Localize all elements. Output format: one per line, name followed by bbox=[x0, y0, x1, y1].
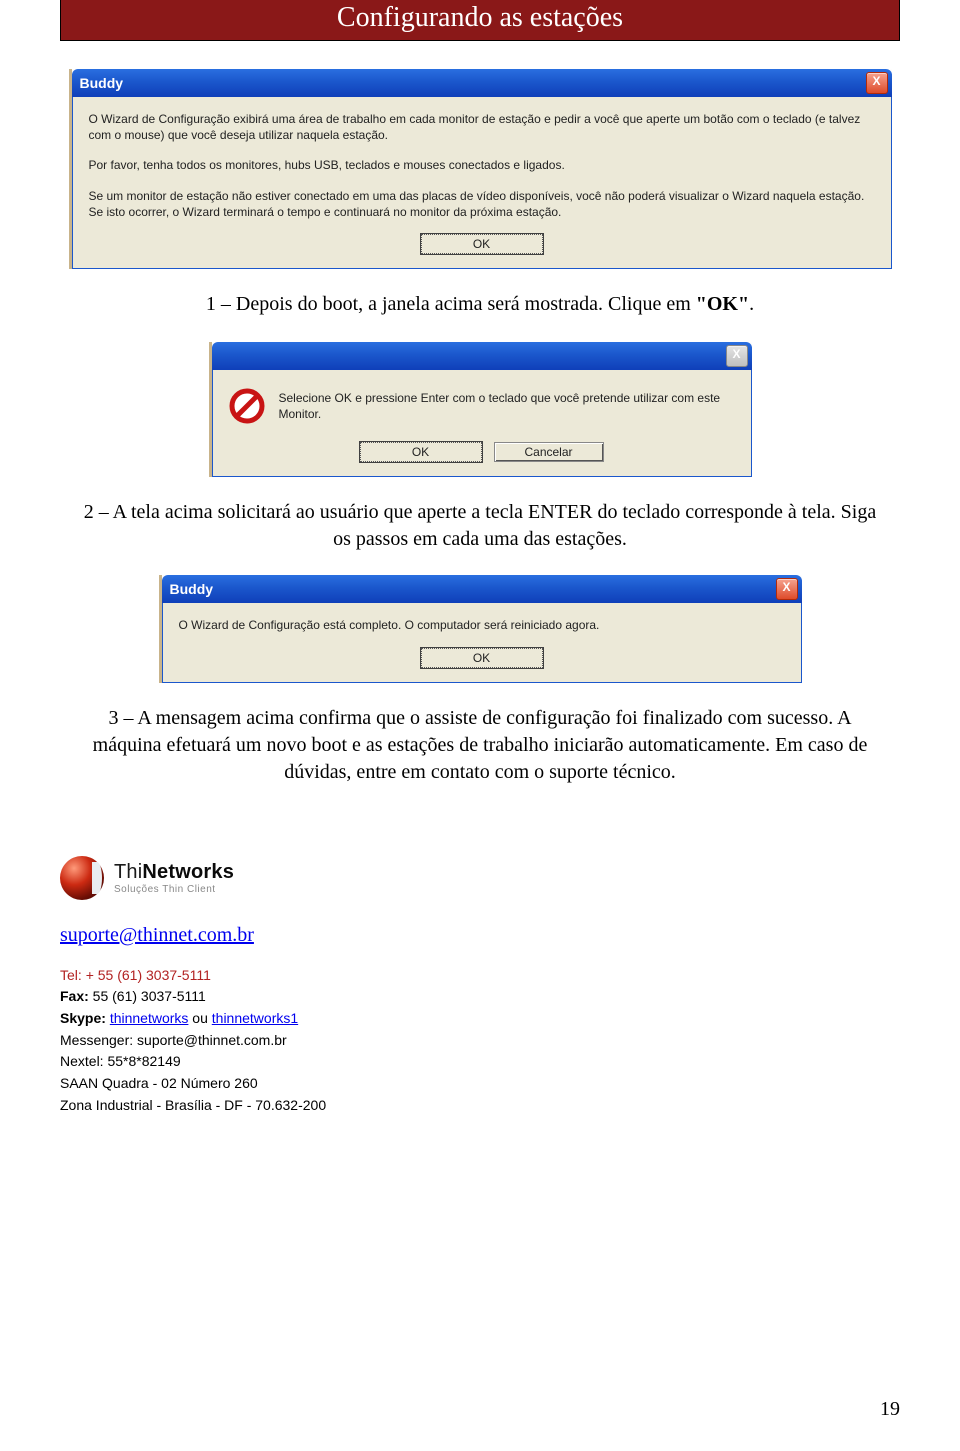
ok-button[interactable]: OK bbox=[421, 648, 543, 668]
logo-tagline: Soluções Thin Client bbox=[114, 884, 234, 895]
nextel-line: Nextel: 55*8*82149 bbox=[60, 1051, 900, 1073]
step1-prefix: 1 – Depois do boot, a janela acima será … bbox=[206, 293, 696, 315]
dialog1-titlebar: Buddy X bbox=[72, 69, 892, 97]
logo-text: ThiNetworks Soluções Thin Client bbox=[114, 861, 234, 895]
skype-label: Skype: bbox=[60, 1010, 106, 1026]
dialog2-titlebar: X bbox=[212, 342, 752, 370]
address-line-1: SAAN Quadra - 02 Número 260 bbox=[60, 1073, 900, 1095]
step2-text: 2 – A tela acima solicitará ao usuário q… bbox=[80, 499, 880, 553]
nextel-label: Nextel: bbox=[60, 1053, 107, 1069]
skype-link-1[interactable]: thinnetworks bbox=[110, 1010, 189, 1026]
logo-thin: Thi bbox=[114, 861, 142, 883]
dialog1-text-3: Se um monitor de estação não estiver con… bbox=[89, 188, 875, 220]
dialog3-title: Buddy bbox=[170, 581, 214, 597]
tel-value: + 55 (61) 3037-5111 bbox=[86, 967, 211, 983]
dialog3-titlebar: Buddy X bbox=[162, 575, 802, 603]
page-title: Configurando as estações bbox=[337, 2, 623, 33]
dialog1-title: Buddy bbox=[80, 75, 124, 91]
close-icon[interactable]: X bbox=[866, 72, 888, 94]
messenger-line: Messenger: suporte@thinnet.com.br bbox=[60, 1030, 900, 1052]
msn-label: Messenger: bbox=[60, 1032, 137, 1048]
fax-value: 55 (61) 3037-5111 bbox=[89, 988, 206, 1004]
company-logo: ThiNetworks Soluções Thin Client bbox=[60, 856, 900, 900]
step3-text: 3 – A mensagem acima confirma que o assi… bbox=[80, 705, 880, 786]
page-title-banner: Configurando as estações bbox=[60, 0, 900, 41]
ok-button[interactable]: OK bbox=[360, 442, 482, 462]
msn-value: suporte@thinnet.com.br bbox=[137, 1032, 287, 1048]
address-line-2: Zona Industrial - Brasília - DF - 70.632… bbox=[60, 1095, 900, 1117]
sphere-icon bbox=[60, 856, 104, 900]
dialog2-text: Selecione OK e pressione Enter com o tec… bbox=[279, 390, 735, 422]
dialog-buddy-1: Buddy X O Wizard de Configuração exibirá… bbox=[69, 69, 892, 269]
step1-text: 1 – Depois do boot, a janela acima será … bbox=[80, 291, 880, 318]
step1-bold: "OK" bbox=[696, 293, 749, 315]
tel-line: Tel: + 55 (61) 3037-5111 bbox=[60, 965, 900, 987]
dialog-buddy-3: Buddy X O Wizard de Configuração está co… bbox=[159, 575, 802, 682]
cancel-button[interactable]: Cancelar bbox=[494, 442, 604, 462]
tel-label: Tel: bbox=[60, 967, 86, 983]
skype-line: Skype: thinnetworks ou thinnetworks1 bbox=[60, 1008, 900, 1030]
nextel-value: 55*8*82149 bbox=[107, 1053, 180, 1069]
prohibit-icon bbox=[229, 388, 265, 424]
skype-sep: ou bbox=[188, 1010, 211, 1026]
close-icon[interactable]: X bbox=[776, 578, 798, 600]
close-icon[interactable]: X bbox=[726, 345, 748, 367]
ok-button[interactable]: OK bbox=[421, 234, 543, 254]
logo-name: ThiNetworks bbox=[114, 861, 234, 884]
dialog2-body: Selecione OK e pressione Enter com o tec… bbox=[212, 370, 752, 477]
fax-label: Fax: bbox=[60, 988, 89, 1004]
skype-link-2[interactable]: thinnetworks1 bbox=[212, 1010, 298, 1026]
step1-suffix: . bbox=[749, 293, 754, 315]
dialog1-body: O Wizard de Configuração exibirá uma áre… bbox=[72, 97, 892, 269]
dialog1-text-1: O Wizard de Configuração exibirá uma áre… bbox=[89, 111, 875, 143]
dialog1-text-2: Por favor, tenha todos os monitores, hub… bbox=[89, 157, 875, 173]
support-email-link[interactable]: suporte@thinnet.com.br bbox=[60, 924, 254, 947]
dialog3-body: O Wizard de Configuração está completo. … bbox=[162, 603, 802, 682]
dialog-select-monitor: X Selecione OK e pressione Enter com o t… bbox=[209, 342, 752, 477]
dialog3-text: O Wizard de Configuração está completo. … bbox=[179, 617, 785, 633]
contact-info: Tel: + 55 (61) 3037-5111 Fax: 55 (61) 30… bbox=[60, 965, 900, 1117]
fax-line: Fax: 55 (61) 3037-5111 bbox=[60, 986, 900, 1008]
page-number: 19 bbox=[880, 1398, 900, 1421]
logo-networks: Networks bbox=[142, 861, 234, 883]
